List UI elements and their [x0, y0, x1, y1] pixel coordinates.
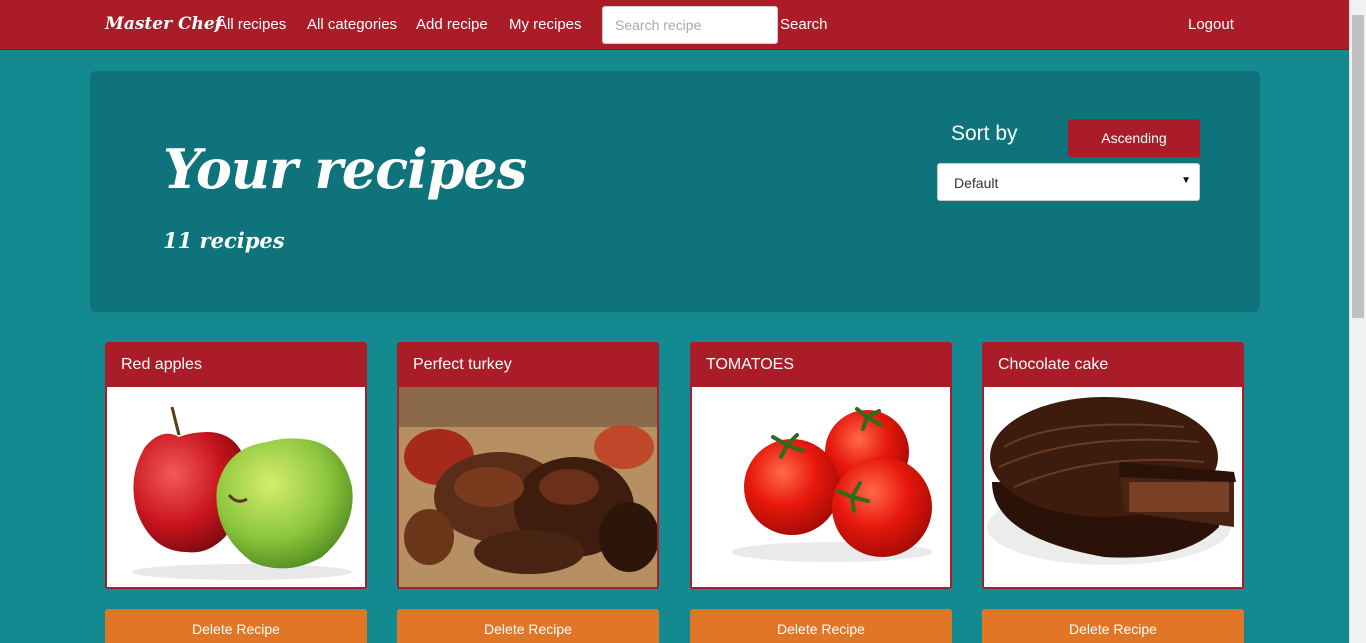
recipe-card[interactable]: Perfect turkey — [397, 342, 659, 589]
recipe-title[interactable]: Chocolate cake — [998, 356, 1108, 374]
delete-recipe-button[interactable]: Delete Recipe — [105, 609, 367, 643]
page-title: Your recipes — [163, 137, 527, 201]
recipe-title[interactable]: Perfect turkey — [413, 356, 512, 374]
recipe-title[interactable]: TOMATOES — [706, 356, 794, 374]
recipe-image-apples[interactable] — [107, 387, 365, 587]
brand-logo[interactable]: Master Chef — [105, 14, 222, 34]
recipe-image-tomatoes[interactable] — [692, 387, 950, 587]
nav-all-recipes[interactable]: All recipes — [217, 16, 286, 33]
recipe-card[interactable]: Chocolate cake — [982, 342, 1244, 589]
recipe-image-chocolate-cake[interactable] — [984, 387, 1242, 587]
scrollbar[interactable] — [1349, 0, 1366, 643]
delete-recipe-button[interactable]: Delete Recipe — [690, 609, 952, 643]
recipe-card[interactable]: Red apples — [105, 342, 367, 589]
delete-recipe-button[interactable]: Delete Recipe — [982, 609, 1244, 643]
sort-select-value: Default — [954, 175, 999, 191]
search-button[interactable]: Search — [780, 16, 828, 33]
hero-panel: Your recipes 11 recipes Sort by Ascendin… — [90, 71, 1260, 312]
sort-label: Sort by — [951, 122, 1018, 145]
nav-all-categories[interactable]: All categories — [307, 16, 397, 33]
recipe-count: 11 recipes — [163, 228, 285, 253]
logout-link[interactable]: Logout — [1188, 16, 1234, 33]
sort-order-button[interactable]: Ascending — [1068, 119, 1200, 157]
delete-recipe-button[interactable]: Delete Recipe — [397, 609, 659, 643]
recipe-card[interactable]: TOMATOES — [690, 342, 952, 589]
search-input[interactable] — [602, 6, 778, 44]
nav-add-recipe[interactable]: Add recipe — [416, 16, 488, 33]
navbar: Master Chef All recipes All categories A… — [0, 0, 1349, 50]
caret-down-icon: ▼ — [1181, 175, 1191, 186]
sort-select[interactable]: Default ▼ — [937, 163, 1200, 201]
recipe-title[interactable]: Red apples — [121, 356, 202, 374]
recipe-image-turkey[interactable] — [399, 387, 657, 587]
scrollbar-thumb[interactable] — [1352, 15, 1364, 318]
nav-my-recipes[interactable]: My recipes — [509, 16, 582, 33]
